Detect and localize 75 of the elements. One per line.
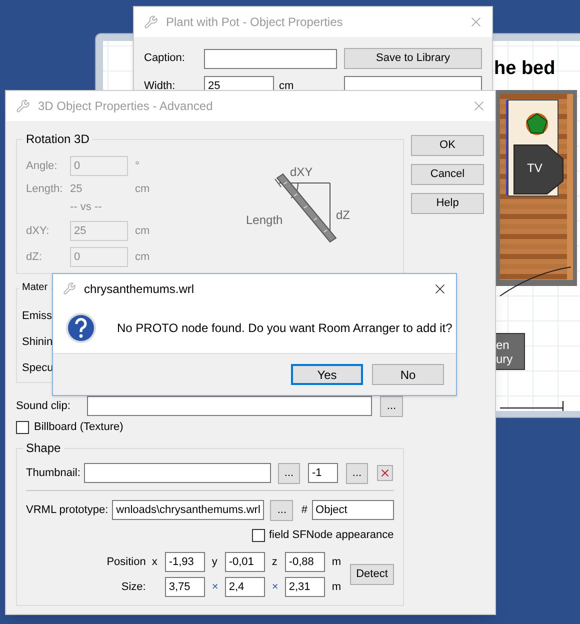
dialog-button[interactable]: Help [411,193,484,214]
window-title: Plant with Pot - Object Properties [166,14,344,31]
tag-text: ury [496,352,514,366]
label: y [212,554,218,570]
checkbox[interactable] [16,420,29,434]
checkbox[interactable] [252,528,265,542]
label: m [332,580,341,595]
input-field[interactable]: -0,88 [284,552,325,572]
detect-button[interactable]: Detect [350,564,394,585]
browse-button[interactable]: ... [278,462,300,484]
input-field[interactable] [87,396,372,416]
label: ° [135,158,140,174]
diagram-label: dZ [336,208,350,222]
label: Length: [26,182,64,197]
label: Emiss [22,309,52,324]
label: Width: [144,78,176,94]
label: × [212,580,220,595]
input-field[interactable]: 2,31 [284,577,325,597]
dialog-button[interactable]: OK [411,135,484,156]
browse-button[interactable]: ... [380,396,403,416]
dialog-button[interactable]: Yes [291,364,363,385]
label: Billboard (Texture) [34,420,124,435]
input-field[interactable] [204,48,337,68]
label: m [332,554,341,570]
question-icon [65,312,97,344]
label: dZ: [26,250,43,265]
label: × [272,580,280,595]
input-field[interactable]: wnloads\chrysanthemums.wrl [112,500,264,520]
tv-label: TV [527,160,542,177]
label: cm [279,78,295,94]
message-text: No PROTO node found. Do you want Room Arranger to add it? [117,320,452,337]
window-title: chrysanthemums.wrl [84,280,196,298]
label: dXY: [26,224,50,239]
delete-icon [379,467,391,479]
group-title: Shape [23,441,64,455]
label: Angle: [26,158,58,174]
label: field SFNode appearance [269,528,394,543]
plan-heading: he bed [494,58,556,80]
input-field[interactable]: -1 [308,463,338,483]
label: Shinin [22,335,53,350]
wrench-icon [144,15,158,29]
browse-button[interactable]: ... [346,462,368,484]
label: Position [106,554,147,570]
delete-button[interactable] [377,465,393,481]
input-field[interactable] [84,463,271,483]
label: Size: [120,580,147,595]
group-title: Rotation 3D [23,132,92,146]
label: Specu [22,361,54,376]
label: -- vs -- [70,200,102,215]
label: # [301,502,308,518]
input-field[interactable]: -1,93 [164,552,205,572]
dialog-button[interactable]: No [372,364,444,385]
label: x [152,554,158,570]
input-field[interactable]: 2,4 [224,577,265,597]
wrench-icon [16,99,30,113]
label: Thumbnail: [26,466,82,481]
dialog-button[interactable]: Cancel [411,164,484,185]
browse-button[interactable]: ... [270,500,294,520]
save-button[interactable]: Save to Library [344,48,482,69]
label: 25 [70,182,84,197]
input-field[interactable]: -0,01 [224,552,265,572]
window-title: 3D Object Properties - Advanced [38,98,214,115]
label: Sound clip: [16,398,72,414]
wrench-icon [63,282,76,295]
label: Caption: [144,51,186,66]
label: VRML prototype: [26,502,108,518]
label: z [272,554,278,570]
label: cm [135,250,150,265]
input-field[interactable]: 3,75 [164,577,205,597]
label: cm [135,182,150,197]
input-field[interactable]: Object [312,500,394,520]
label: cm [135,224,150,239]
diagram-label: dXY [290,165,313,179]
diagram-label: Length [246,213,283,227]
tag-text: en [496,338,510,352]
